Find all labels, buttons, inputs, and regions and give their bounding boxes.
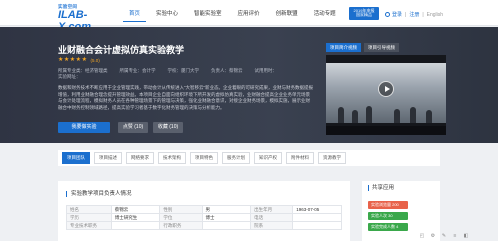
share-participants[interactable]: 实验人次 30	[368, 212, 408, 220]
cell-value: 蔡锦云	[110, 205, 161, 214]
tab-description[interactable]: 项目描述	[94, 152, 122, 164]
nav-home[interactable]: 首页	[123, 8, 147, 22]
nav-evaluation[interactable]: 应用评价	[232, 8, 266, 22]
cell-value	[292, 213, 342, 222]
like-button[interactable]: 点赞 (10)	[118, 122, 148, 133]
toolbar-icon[interactable]: ◧	[462, 233, 470, 240]
share-panel: 共享应用 实验浏览量 200 实验人次 30 实验完成人数 4	[362, 181, 440, 241]
cell-key: 出生年月	[250, 205, 294, 214]
cell-value: 博士研究生	[110, 213, 161, 222]
tab-network[interactable]: 网络要求	[126, 152, 154, 164]
cell-value: 男	[201, 205, 252, 214]
nav-smart-lab[interactable]: 智能实验室	[188, 8, 228, 22]
register-link[interactable]: 注册	[409, 11, 419, 18]
detail-tabs: 项目团队 项目描述 网络要求 技术架构 项目特色 服务计划 知识产权 附件材料 …	[58, 150, 440, 166]
meta-leader: 负责人：蔡锦云	[211, 68, 243, 73]
cell-value	[110, 221, 161, 230]
toolbar-icon[interactable]: ⚙	[429, 233, 437, 240]
nav-alliance[interactable]: 创新联盟	[270, 8, 304, 22]
star-icon: ★	[69, 57, 76, 63]
project-hero: 业财融合会计虚拟仿真实验教学 ★ ★ ★ ★ ★ (5.0) 所属专业类：经济管…	[0, 27, 498, 143]
cell-key: 姓名	[66, 205, 112, 214]
share-title: 共享应用	[368, 185, 394, 191]
cell-key: 学位	[159, 213, 203, 222]
table-row: 专业技术职务 行政职务 院系	[66, 221, 342, 230]
login-link[interactable]: 登录	[392, 11, 402, 18]
rating-score: (5.0)	[90, 57, 100, 63]
language-link[interactable]: English	[427, 12, 443, 18]
video-player[interactable]	[326, 55, 446, 135]
video-controls[interactable]	[326, 126, 446, 135]
star-icon: ★	[58, 57, 64, 63]
meta-school: 学校：厦门大学	[167, 68, 200, 73]
cell-value: 1963-07-05	[292, 205, 342, 214]
video-tabs: 项目简介视频 项目引导视频	[326, 43, 402, 52]
separator: |	[422, 11, 424, 18]
project-title: 业财融合会计虚拟仿真实验教学	[58, 45, 185, 55]
tab-resources[interactable]: 资源教学	[318, 152, 346, 164]
site-logo[interactable]: 实验空间 ILAB-X.com	[58, 4, 110, 33]
badge-2019[interactable]: 2019年申报 国家精品	[349, 7, 379, 20]
cell-key: 电话	[250, 213, 294, 222]
nav-events[interactable]: 活动专题	[308, 8, 342, 22]
star-icon: ★	[63, 57, 70, 63]
tab-attachments[interactable]: 附件材料	[286, 152, 314, 164]
tab-features[interactable]: 项目特色	[190, 152, 218, 164]
play-icon[interactable]	[378, 81, 394, 97]
separator: |	[405, 11, 407, 18]
table-row: 学历 博士研究生 学位 博士 电话	[66, 213, 342, 222]
star-icon: ★	[75, 57, 82, 63]
share-completions[interactable]: 实验完成人数 4	[368, 223, 408, 231]
top-header: 实验空间 ILAB-X.com 首页 实验中心 智能实验室 应用评价 创新联盟 …	[0, 0, 498, 33]
floating-toolbar: ◰ ⚙ ✎ ≡ ◧	[418, 233, 473, 240]
team-section: 实验教学项目负责人情况 姓名 蔡锦云 性别 男 出生年月 1963-07-05 …	[58, 181, 350, 241]
start-experiment-button[interactable]: 我要做实验	[58, 122, 110, 133]
star-icon: ★	[81, 57, 87, 63]
meta-duration: 试用用时：	[254, 68, 278, 73]
favorite-button[interactable]: 收藏 (10)	[153, 122, 183, 133]
cell-key: 行政职务	[159, 221, 203, 230]
section-title: 实验教学项目负责人情况	[66, 191, 132, 197]
toolbar-icon[interactable]: ◰	[418, 233, 426, 240]
user-icon	[385, 12, 390, 17]
tab-service-plan[interactable]: 服务计划	[222, 152, 250, 164]
tab-team[interactable]: 项目团队	[62, 152, 90, 164]
nav-experiment-center[interactable]: 实验中心	[150, 8, 184, 22]
cell-value	[292, 221, 342, 230]
meta-url: 实验网址：	[58, 74, 81, 79]
leader-info-table: 姓名 蔡锦云 性别 男 出生年月 1963-07-05 学历 博士研究生 学位 …	[66, 205, 342, 230]
share-views[interactable]: 实验浏览量 200	[368, 201, 408, 209]
project-meta: 所属专业类：经济管理类 所属专业：会计学 学校：厦门大学 负责人：蔡锦云 试用用…	[58, 68, 289, 74]
cell-key: 院系	[250, 221, 294, 230]
main-nav: 首页 实验中心 智能实验室 应用评价 创新联盟 活动专题	[123, 8, 346, 22]
cell-key: 专业技术职务	[66, 221, 112, 230]
people-figures	[334, 99, 438, 123]
toolbar-icon[interactable]: ✎	[440, 233, 448, 240]
table-row: 姓名 蔡锦云 性别 男 出生年月 1963-07-05	[66, 205, 342, 214]
tab-intro-video[interactable]: 项目简介视频	[326, 43, 361, 52]
cell-value: 博士	[201, 213, 252, 222]
toolbar-icon[interactable]: ≡	[451, 233, 459, 240]
project-description: 数据和财务技术不断应用于企业管理实践，带动会计从传统进入“大智移云”新业态。企业…	[58, 85, 313, 110]
tab-ip[interactable]: 知识产权	[254, 152, 282, 164]
tab-guide-video[interactable]: 项目引导视频	[364, 43, 399, 52]
cell-value	[201, 221, 252, 230]
rating: ★ ★ ★ ★ ★ (5.0)	[58, 57, 100, 63]
user-area: 登录 | 注册 | English	[385, 11, 443, 18]
meta-major: 所属专业：会计学	[119, 68, 156, 73]
tab-architecture[interactable]: 技术架构	[158, 152, 186, 164]
cell-key: 性别	[159, 205, 203, 214]
cell-key: 学历	[66, 213, 112, 222]
